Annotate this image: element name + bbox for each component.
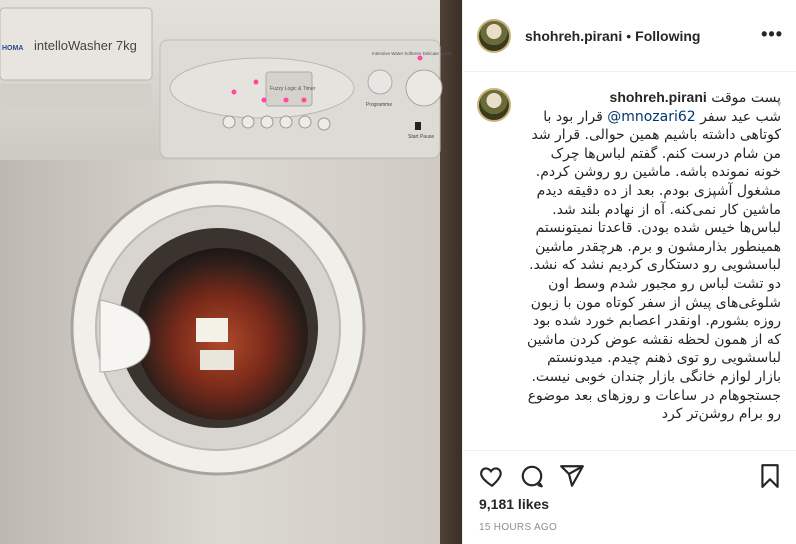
comment-icon[interactable] bbox=[519, 463, 545, 489]
mention-link[interactable]: @mnozari62 bbox=[607, 109, 695, 125]
svg-text:Programme: Programme bbox=[366, 102, 392, 108]
caption-avatar[interactable] bbox=[477, 88, 511, 122]
caption-body: قرار بود با کوتاهی داشته باشیم همین حوال… bbox=[526, 108, 781, 423]
caption-line2-prefix: شب عید سفر bbox=[700, 108, 781, 125]
share-icon[interactable] bbox=[559, 463, 585, 489]
post-actions: 9,181 likes 15 HOURS AGO bbox=[463, 450, 796, 544]
avatar[interactable] bbox=[477, 18, 511, 53]
svg-text:Start Pause: Start Pause bbox=[408, 134, 434, 140]
caption-text: پست موقت shohreh.pirani شب عید سفر @mnoz… bbox=[525, 88, 781, 424]
post-photo[interactable]: HOMA intelloWasher 7kg Intensive Water S… bbox=[0, 0, 462, 544]
separator-dot: • bbox=[626, 27, 632, 44]
post-sidebar: shohreh.pirani • Following ••• پست موقت … bbox=[462, 0, 796, 544]
svg-text:Intensive Water Softener De: Intensive Water Softener Delicate Wash bbox=[372, 51, 452, 56]
model-text: intelloWasher 7kg bbox=[34, 38, 137, 53]
caption-username[interactable]: shohreh.pirani bbox=[610, 89, 707, 105]
caption-prefix: پست موقت bbox=[711, 90, 781, 106]
following-button[interactable]: Following bbox=[635, 28, 700, 44]
heart-icon[interactable] bbox=[479, 463, 505, 489]
brand-text: HOMA bbox=[2, 45, 23, 52]
bookmark-icon[interactable] bbox=[757, 463, 783, 489]
header-username[interactable]: shohreh.pirani bbox=[525, 28, 622, 44]
washing-machine-image: HOMA intelloWasher 7kg Intensive Water S… bbox=[0, 0, 462, 544]
post-timestamp[interactable]: 15 HOURS AGO bbox=[479, 522, 557, 533]
caption-area: پست موقت shohreh.pirani شب عید سفر @mnoz… bbox=[463, 72, 796, 450]
likes-count[interactable]: 9,181 likes bbox=[479, 496, 549, 512]
post-header: shohreh.pirani • Following ••• bbox=[463, 0, 796, 72]
svg-text:Fuzzy Logic & Timer: Fuzzy Logic & Timer bbox=[270, 86, 316, 92]
more-options-icon[interactable]: ••• bbox=[761, 24, 783, 45]
